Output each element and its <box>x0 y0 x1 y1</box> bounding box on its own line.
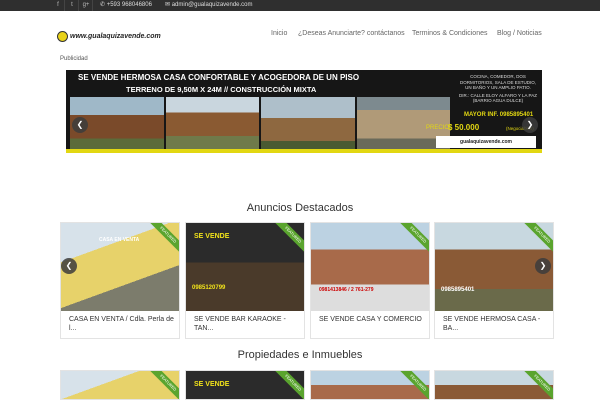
listing-title[interactable]: SE VENDE BAR KARAOKE - TAN... <box>194 315 300 333</box>
featured-ribbon: FEATURED <box>272 371 304 399</box>
logo-text: www.gualaquizavende.com <box>70 32 161 40</box>
phone-number: ✆ +593 968046806 <box>100 0 152 11</box>
listing-image-text: SE VENDE <box>194 233 230 240</box>
ad-banner[interactable]: SE VENDE HERMOSA CASA CONFORTABLE Y ACOG… <box>66 70 542 153</box>
section-title-destacados: Anuncios Destacados <box>246 202 354 214</box>
listing-card[interactable]: CASA EN VENTA FEATURED CASA EN VENTA / C… <box>60 222 180 339</box>
googleplus-icon[interactable]: g+ <box>80 0 93 11</box>
property-card[interactable]: FEATURED <box>310 370 430 400</box>
listing-card[interactable]: 0985895401 FEATURED SE VENDE HERMOSA CAS… <box>434 222 554 339</box>
carousel-prev-arrow-icon[interactable]: ❮ <box>61 258 77 274</box>
listing-title[interactable]: SE VENDE HERMOSA CASA - BA... <box>443 315 549 333</box>
site-logo[interactable]: www.gualaquizavende.com <box>57 29 161 43</box>
nav-blog[interactable]: Blog / Noticias <box>497 30 542 37</box>
banner-photo <box>261 97 355 149</box>
top-bar: f t g+ ✆ +593 968046806 ✉ admin@gualaqui… <box>0 0 600 11</box>
listing-image[interactable]: CASA EN VENTA FEATURED <box>61 223 179 311</box>
listing-title[interactable]: CASA EN VENTA / Cdla. Perla de l... <box>69 315 175 333</box>
phone-icon: ✆ <box>100 2 107 8</box>
phone-text: +593 968046806 <box>106 2 152 8</box>
nav-anunciarte[interactable]: ¿Deseas Anunciarte? contáctanos <box>298 30 405 37</box>
featured-ribbon: FEATURED <box>397 371 429 399</box>
banner-subtitle: TERRENO DE 9,50M X 24M // CONSTRUCCIÓN M… <box>126 85 317 94</box>
listing-image-phone: 0981413846 / 2 761-279 <box>319 287 374 293</box>
banner-title: SE VENDE HERMOSA CASA CONFORTABLE Y ACOG… <box>78 73 360 82</box>
featured-ribbon: FEATURED <box>397 223 429 256</box>
email-text[interactable]: admin@gualaquizavende.com <box>172 2 253 8</box>
banner-photos <box>70 97 450 149</box>
banner-photo <box>165 97 259 149</box>
banner-contact: MAYOR INF. 0985895401 <box>464 112 534 118</box>
banner-price-label: PRECIO <box>426 125 450 131</box>
featured-ribbon: FEATURED <box>272 223 304 256</box>
nav-inicio[interactable]: Inicio <box>271 30 287 37</box>
publicidad-label: Publicidad <box>60 56 88 62</box>
listing-card[interactable]: SE VENDE 0985120799 FEATURED SE VENDE BA… <box>185 222 305 339</box>
property-card[interactable]: SE VENDE FEATURED <box>185 370 305 400</box>
property-image-text: SE VENDE <box>194 381 230 388</box>
banner-details-text: COCINA, COMEDOR, DOS DORMITORIOS, SALA D… <box>460 74 536 90</box>
banner-brand: gualaquizavende.com <box>436 136 536 148</box>
banner-next-arrow-icon[interactable]: ❯ <box>522 117 538 133</box>
twitter-icon[interactable]: t <box>66 0 79 11</box>
logo-ball-icon <box>57 30 68 42</box>
email-link[interactable]: ✉ admin@gualaquizavende.com <box>165 0 253 11</box>
facebook-icon[interactable]: f <box>52 0 65 11</box>
listing-image-phone: 0985895401 <box>441 287 475 293</box>
featured-ribbon: FEATURED <box>521 223 553 256</box>
property-card[interactable]: FEATURED <box>60 370 180 400</box>
listing-title[interactable]: SE VENDE CASA Y COMERCIO <box>319 315 425 324</box>
section-title-propiedades: Propiedades e Inmuebles <box>237 349 363 361</box>
listing-image-text: CASA EN VENTA <box>99 237 140 243</box>
listing-image-phone: 0985120799 <box>192 285 226 291</box>
banner-prev-arrow-icon[interactable]: ❮ <box>72 117 88 133</box>
banner-address: DIR.: CALLE ELOY ALFARO Y LA PAZ (BARRIO… <box>459 92 537 104</box>
banner-details: COCINA, COMEDOR, DOS DORMITORIOS, SALA D… <box>458 74 538 104</box>
featured-ribbon: FEATURED <box>147 223 179 256</box>
banner-price: $ 50.000 <box>448 123 480 132</box>
mail-icon: ✉ <box>165 2 172 8</box>
property-card[interactable]: FEATURED <box>434 370 554 400</box>
listing-image[interactable]: 0981413846 / 2 761-279 FEATURED <box>311 223 429 311</box>
listing-card[interactable]: 0981413846 / 2 761-279 FEATURED SE VENDE… <box>310 222 430 339</box>
listing-image[interactable]: SE VENDE 0985120799 FEATURED <box>186 223 304 311</box>
featured-ribbon: FEATURED <box>147 371 179 399</box>
nav-terminos[interactable]: Terminos & Condiciones <box>412 30 487 37</box>
carousel-next-arrow-icon[interactable]: ❯ <box>535 258 551 274</box>
featured-ribbon: FEATURED <box>521 371 553 399</box>
